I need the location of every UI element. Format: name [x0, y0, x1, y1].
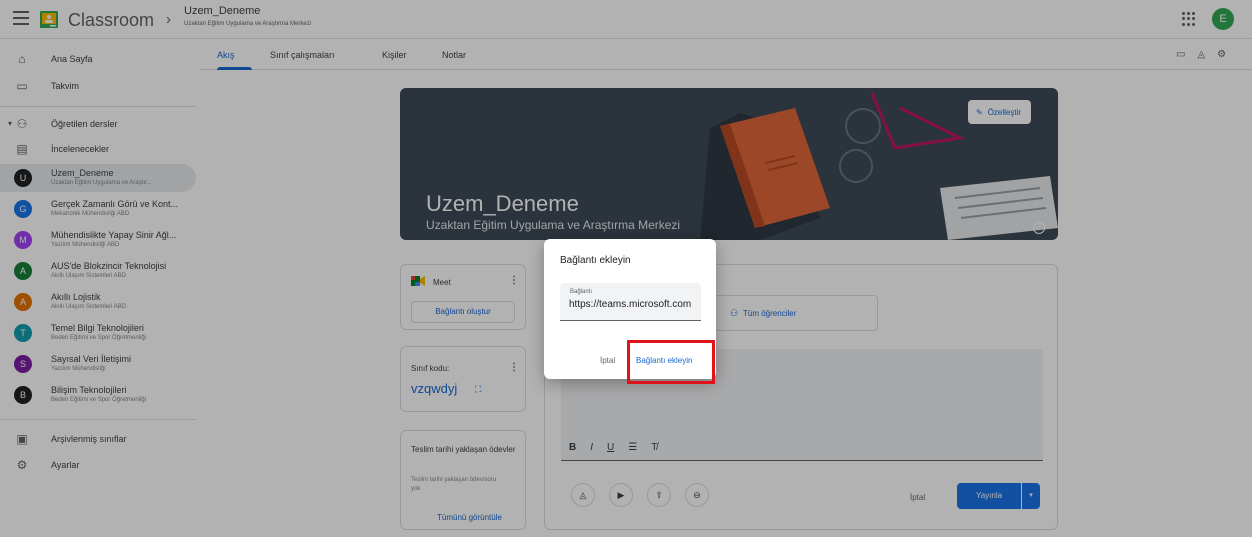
dialog-cancel-button[interactable]: İptal [600, 356, 615, 365]
highlight-annotation-box [627, 340, 715, 384]
link-input[interactable] [569, 299, 699, 310]
dialog-title: Bağlantı ekleyin [560, 255, 631, 266]
link-field[interactable]: Bağlantı [560, 283, 701, 321]
link-field-label: Bağlantı [570, 289, 593, 295]
